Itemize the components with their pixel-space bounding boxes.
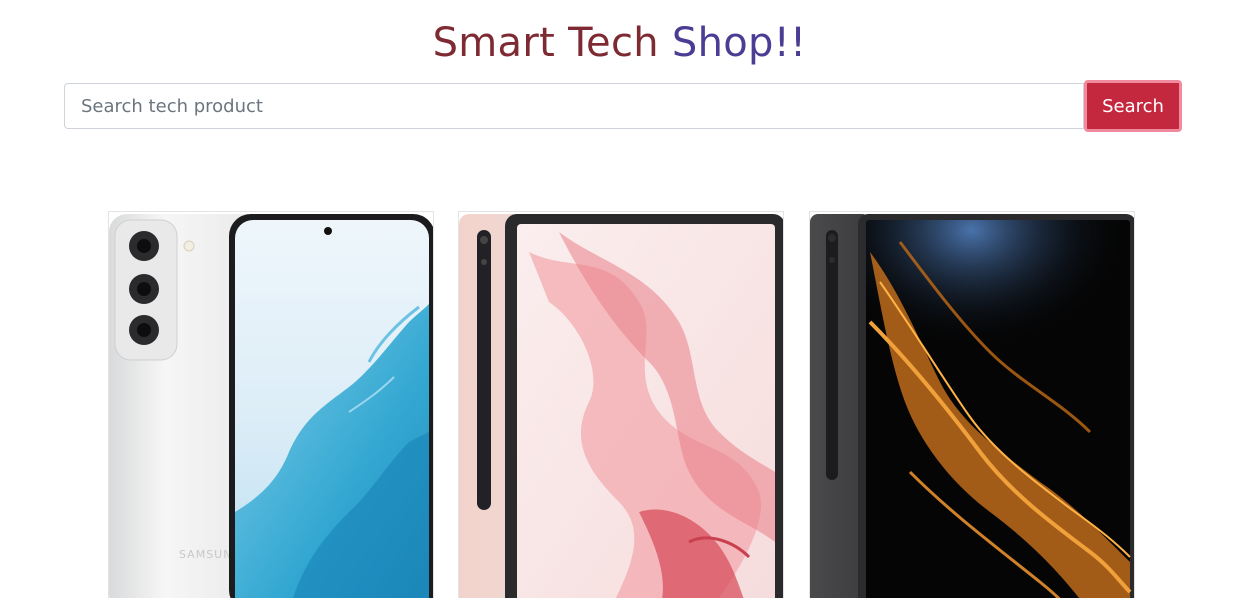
search-bar: Search	[64, 80, 1182, 132]
title-part-smart-tech: Smart Tech	[432, 20, 672, 66]
product-card-tablet-pink[interactable]	[458, 211, 784, 598]
search-button[interactable]: Search	[1084, 80, 1182, 132]
product-card-tablet-graphite[interactable]	[809, 211, 1135, 598]
product-image-tablet-graphite	[810, 212, 1134, 598]
shop-page: Smart Tech Shop!! Search tech product Se…	[0, 0, 1239, 598]
title-part-shop: Shop!!	[671, 20, 807, 66]
product-image-tablet-pink	[459, 212, 783, 598]
search-input[interactable]	[64, 83, 1084, 129]
product-image-phone-white: SAMSUNG	[109, 212, 433, 598]
product-card-phone-white[interactable]: SAMSUNG	[108, 211, 434, 598]
product-grid: SAMSUNG	[108, 211, 1138, 598]
page-title: Smart Tech Shop!!	[0, 18, 1239, 68]
